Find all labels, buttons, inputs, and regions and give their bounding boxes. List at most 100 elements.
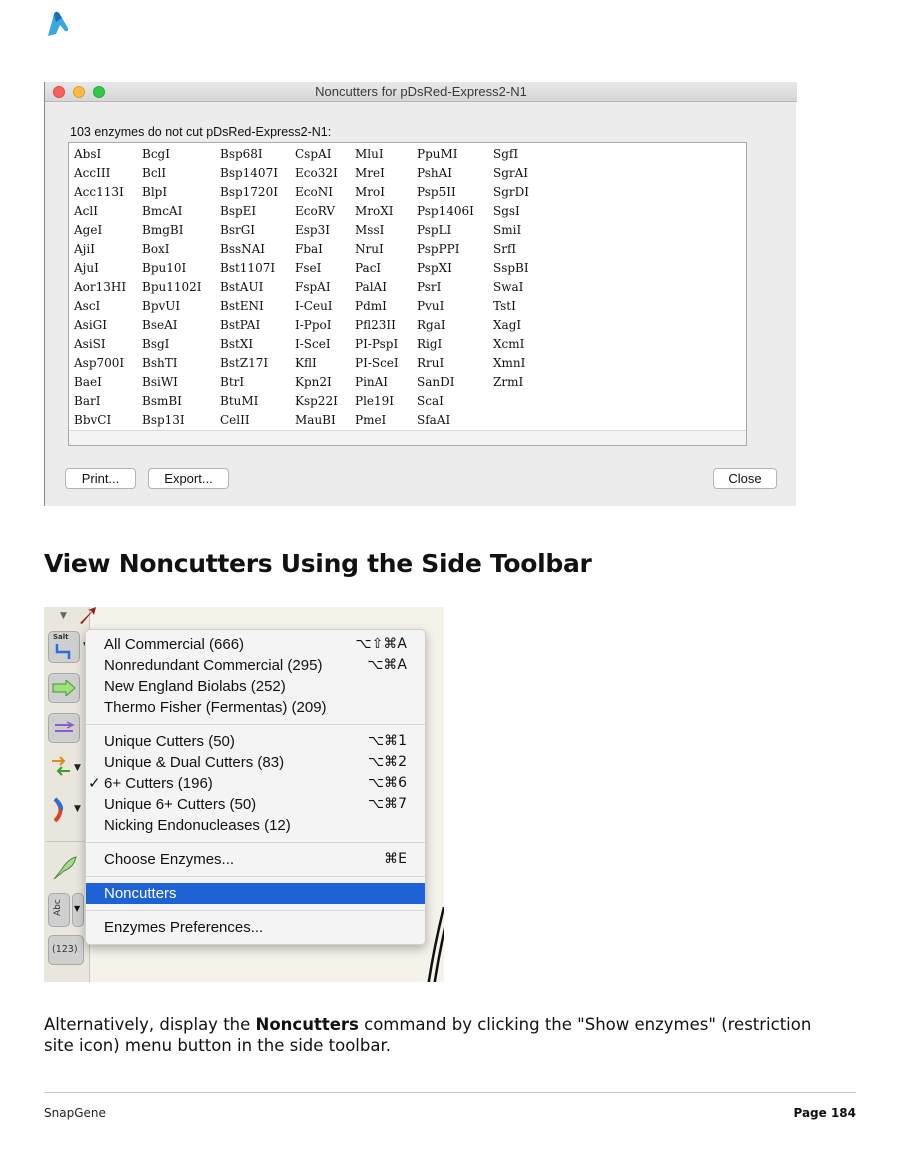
enzyme-item[interactable]: AjiI: [74, 240, 126, 259]
enzyme-item[interactable]: BbvCI: [74, 411, 126, 430]
enzyme-item[interactable]: BpvUI: [142, 297, 202, 316]
enzyme-item[interactable]: CelII: [220, 411, 278, 430]
enzyme-item[interactable]: SmiI: [493, 221, 529, 240]
enzyme-item[interactable]: Psp5II: [417, 183, 474, 202]
enzyme-item[interactable]: AclI: [74, 202, 126, 221]
enzyme-item[interactable]: MroXI: [355, 202, 399, 221]
numbers-button[interactable]: (123): [48, 935, 84, 965]
enzyme-item[interactable]: SgfI: [493, 145, 529, 164]
menu-item[interactable]: Unique Cutters (50) ⌥⌘1: [86, 731, 425, 752]
enzyme-item[interactable]: AccIII: [74, 164, 126, 183]
enzyme-item[interactable]: Kpn2I: [295, 373, 338, 392]
enzyme-item[interactable]: SgsI: [493, 202, 529, 221]
enzyme-item[interactable]: MssI: [355, 221, 399, 240]
enzyme-item[interactable]: XmnI: [493, 354, 529, 373]
enzyme-item[interactable]: Esp3I: [295, 221, 338, 240]
enzyme-item[interactable]: PpuMI: [417, 145, 474, 164]
enzyme-item[interactable]: NruI: [355, 240, 399, 259]
enzyme-item[interactable]: PvuI: [417, 297, 474, 316]
enzyme-item[interactable]: FbaI: [295, 240, 338, 259]
enzyme-item[interactable]: AsiSI: [74, 335, 126, 354]
enzyme-item[interactable]: RruI: [417, 354, 474, 373]
translation-dropdown-icon[interactable]: ▼: [74, 804, 81, 814]
enzyme-item[interactable]: Bsp1720I: [220, 183, 278, 202]
text-label-button[interactable]: Abc: [48, 893, 70, 927]
enzyme-item[interactable]: PalAI: [355, 278, 399, 297]
enzyme-item[interactable]: Pfl23II: [355, 316, 399, 335]
enzyme-item[interactable]: PI-SceI: [355, 354, 399, 373]
enzyme-item[interactable]: SanDI: [417, 373, 474, 392]
enzyme-item[interactable]: Aor13HI: [74, 278, 126, 297]
show-features-button[interactable]: [48, 673, 80, 703]
menu-item[interactable]: Thermo Fisher (Fermentas) (209): [86, 697, 425, 718]
enzyme-item[interactable]: BstENI: [220, 297, 278, 316]
enzyme-item[interactable]: PinAI: [355, 373, 399, 392]
enzyme-item[interactable]: SrfI: [493, 240, 529, 259]
enzyme-item[interactable]: TstI: [493, 297, 529, 316]
enzyme-item[interactable]: MroI: [355, 183, 399, 202]
enzyme-item[interactable]: BsgI: [142, 335, 202, 354]
enzyme-item[interactable]: Acc113I: [74, 183, 126, 202]
enzyme-item[interactable]: PacI: [355, 259, 399, 278]
enzyme-item[interactable]: PspLI: [417, 221, 474, 240]
enzyme-item[interactable]: BaeI: [74, 373, 126, 392]
enzyme-item[interactable]: SgrDI: [493, 183, 529, 202]
enzyme-item[interactable]: FspAI: [295, 278, 338, 297]
show-enzymes-button[interactable]: Salt: [48, 631, 80, 663]
enzyme-item[interactable]: BshTI: [142, 354, 202, 373]
enzyme-item[interactable]: PshAI: [417, 164, 474, 183]
menu-item[interactable]: Choose Enzymes... ⌘E: [86, 849, 425, 870]
enzyme-item[interactable]: BclI: [142, 164, 202, 183]
orf-arrows-icon[interactable]: [50, 755, 72, 777]
enzyme-item[interactable]: Bpu1102I: [142, 278, 202, 297]
enzyme-item[interactable]: BtuMI: [220, 392, 278, 411]
enzyme-item[interactable]: PsrI: [417, 278, 474, 297]
enzyme-item[interactable]: BlpI: [142, 183, 202, 202]
print-button[interactable]: Print...: [65, 468, 136, 489]
enzyme-item[interactable]: AgeI: [74, 221, 126, 240]
enzyme-item[interactable]: AjuI: [74, 259, 126, 278]
enzyme-item[interactable]: BseAI: [142, 316, 202, 335]
enzyme-item[interactable]: BarI: [74, 392, 126, 411]
enzyme-item[interactable]: BsiWI: [142, 373, 202, 392]
enzyme-item[interactable]: PspXI: [417, 259, 474, 278]
enzyme-item[interactable]: FseI: [295, 259, 338, 278]
menu-item[interactable]: Nonredundant Commercial (295) ⌥⌘A: [86, 655, 425, 676]
enzyme-item[interactable]: RgaI: [417, 316, 474, 335]
enzyme-item[interactable]: BsmBI: [142, 392, 202, 411]
enzyme-item[interactable]: Ple19I: [355, 392, 399, 411]
enzyme-item[interactable]: Eco32I: [295, 164, 338, 183]
enzyme-item[interactable]: BmcAI: [142, 202, 202, 221]
text-dropdown-button[interactable]: ▼: [72, 893, 84, 927]
enzyme-item[interactable]: PdmI: [355, 297, 399, 316]
enzyme-item[interactable]: BstZ17I: [220, 354, 278, 373]
orf-dropdown-icon[interactable]: ▼: [74, 763, 81, 773]
enzyme-item[interactable]: PmeI: [355, 411, 399, 430]
enzyme-item[interactable]: I-SceI: [295, 335, 338, 354]
enzyme-item[interactable]: XagI: [493, 316, 529, 335]
menu-item[interactable]: ✓ 6+ Cutters (196) ⌥⌘6: [86, 773, 425, 794]
enzyme-item[interactable]: BtrI: [220, 373, 278, 392]
enzyme-item[interactable]: BssNAI: [220, 240, 278, 259]
menu-item[interactable]: All Commercial (666) ⌥⇧⌘A: [86, 634, 425, 655]
enzyme-item[interactable]: SspBI: [493, 259, 529, 278]
export-button[interactable]: Export...: [148, 468, 229, 489]
enzyme-item[interactable]: I-CeuI: [295, 297, 338, 316]
menu-item[interactable]: Unique 6+ Cutters (50) ⌥⌘7: [86, 794, 425, 815]
horizontal-scrollbar[interactable]: [69, 430, 746, 445]
menu-item[interactable]: Enzymes Preferences...: [86, 917, 425, 938]
enzyme-item[interactable]: BmgBI: [142, 221, 202, 240]
enzyme-item[interactable]: RigI: [417, 335, 474, 354]
enzyme-item[interactable]: EcoRV: [295, 202, 338, 221]
enzyme-item[interactable]: I-PpoI: [295, 316, 338, 335]
enzyme-item[interactable]: BstAUI: [220, 278, 278, 297]
enzyme-item[interactable]: BcgI: [142, 145, 202, 164]
menu-item[interactable]: New England Biolabs (252): [86, 676, 425, 697]
enzyme-item[interactable]: Bpu10I: [142, 259, 202, 278]
feather-pen-icon[interactable]: [52, 855, 78, 881]
enzyme-item[interactable]: MreI: [355, 164, 399, 183]
enzyme-item[interactable]: BstXI: [220, 335, 278, 354]
enzyme-item[interactable]: Bst1107I: [220, 259, 278, 278]
enzyme-item[interactable]: KflI: [295, 354, 338, 373]
collapse-arrow-icon[interactable]: ▼: [60, 611, 67, 621]
